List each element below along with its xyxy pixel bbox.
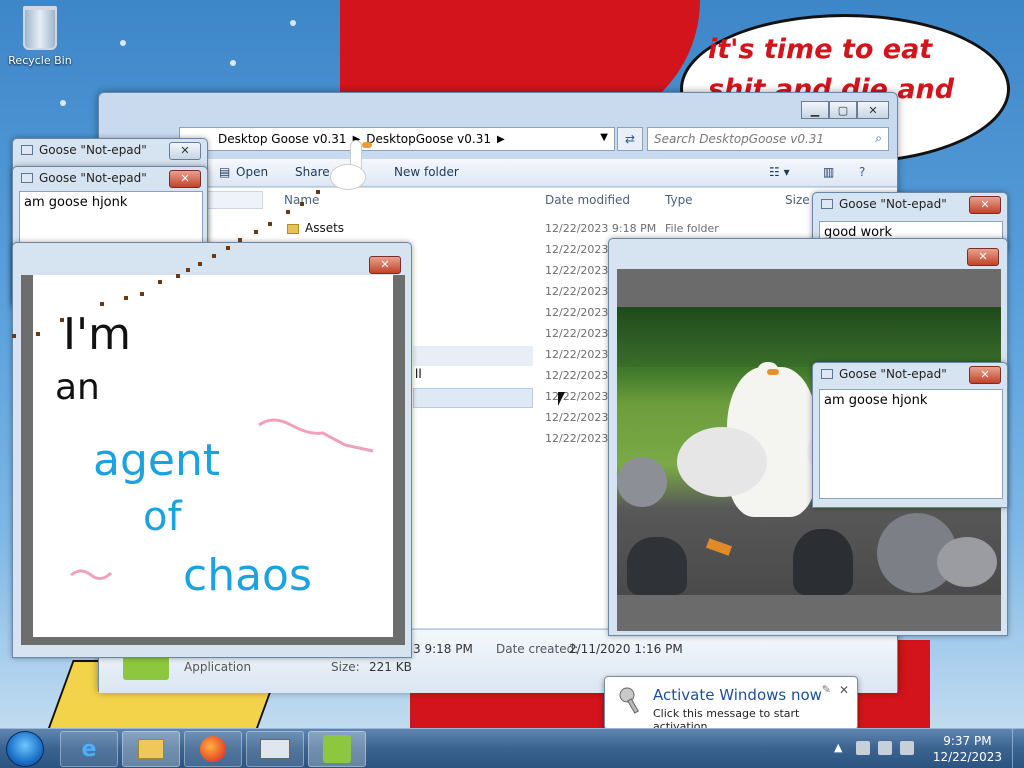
view-options-icon[interactable]: ☷ ▾	[769, 165, 790, 179]
clock[interactable]: 9:37 PM 12/22/2023	[933, 733, 1002, 765]
file-row-type: File folder	[665, 222, 719, 235]
preview-pane-icon[interactable]: ▥	[823, 165, 834, 179]
handwriting-line: of	[143, 494, 182, 540]
handwriting-line: an	[55, 367, 100, 408]
close-button[interactable]: ✕	[967, 248, 999, 266]
clock-date: 12/22/2023	[932, 750, 1002, 764]
column-date-modified[interactable]: Date modified	[545, 188, 630, 212]
wrench-icon[interactable]: ✎	[822, 683, 831, 696]
snowflake	[230, 60, 236, 66]
recycle-bin-shortcut[interactable]: Recycle Bin	[6, 6, 74, 67]
new-folder-button[interactable]: New folder	[394, 165, 459, 179]
snowflake	[290, 20, 296, 26]
column-type[interactable]: Type	[665, 188, 693, 212]
snowflake	[120, 40, 126, 46]
keyboard-icon	[260, 739, 290, 759]
details-created-label: Date created:	[496, 642, 579, 656]
desktop-scribble-text: 10b0t	[856, 702, 922, 726]
details-type: Application	[184, 660, 252, 674]
recycle-bin-label: Recycle Bin	[8, 54, 72, 67]
network-icon[interactable]	[878, 741, 892, 755]
activation-notification[interactable]: Activate Windows now Click this message …	[604, 676, 858, 733]
system-tray: ▲ 9:37 PM 12/22/2023	[834, 729, 1024, 768]
file-row-highlight[interactable]	[413, 346, 533, 366]
show-desktop-button[interactable]	[1012, 729, 1024, 768]
close-button[interactable]: ✕	[969, 196, 1001, 214]
notepad-text-area[interactable]: am goose hjonk	[819, 389, 1003, 499]
mouse-cursor-icon	[558, 392, 565, 406]
onscreen-keyboard-button[interactable]	[246, 731, 304, 767]
clock-time: 9:37 PM	[943, 734, 992, 748]
recycle-bin-icon	[23, 6, 57, 50]
minimize-button[interactable]: ▁	[801, 101, 829, 119]
activation-title[interactable]: Activate Windows now	[653, 686, 822, 704]
internet-explorer-icon: e	[81, 736, 97, 762]
search-input[interactable]: Search DesktopGoose v0.31 ⌕	[647, 127, 889, 151]
file-row-date: 12/22/2023 9:18 PM	[545, 222, 657, 235]
notepad-icon	[821, 199, 833, 209]
handwriting-line: chaos	[183, 550, 312, 601]
file-row-name[interactable]: ll	[415, 367, 422, 381]
folder-icon	[138, 739, 164, 759]
close-icon[interactable]: ✕	[839, 683, 849, 697]
details-modified: 3 9:18 PM	[413, 642, 473, 656]
show-hidden-icons-icon[interactable]: ▲	[834, 741, 842, 754]
notepad-window[interactable]: Goose "Not-epad" ✕ am goose hjonk	[812, 362, 1008, 508]
goose-app-icon	[323, 735, 351, 763]
close-button[interactable]: ✕	[857, 101, 889, 119]
internet-explorer-button[interactable]: e	[60, 731, 118, 767]
notepad-icon	[821, 369, 833, 379]
notepad-title: Goose "Not-epad"	[821, 367, 947, 381]
firefox-button[interactable]	[184, 731, 242, 767]
explorer-caption-buttons: ▁ ▢ ✕	[801, 101, 889, 119]
maximize-button[interactable]: ▢	[829, 101, 857, 119]
notepad-title: Goose "Not-epad"	[821, 197, 947, 211]
details-size-label: Size:	[331, 660, 360, 674]
file-explorer-button[interactable]	[122, 731, 180, 767]
desktop-goose[interactable]	[330, 140, 372, 192]
chevron-down-icon[interactable]: ▼	[600, 132, 608, 143]
chevron-right-icon[interactable]: ▶	[497, 134, 505, 145]
taskbar: e ▲ 9:37 PM 12/22/2023	[0, 728, 1024, 768]
search-icon[interactable]: ⌕	[875, 131, 882, 146]
volume-muted-icon[interactable]	[900, 741, 914, 755]
desktop-goose-button[interactable]	[308, 731, 366, 767]
handwriting-line: agent	[93, 435, 220, 486]
firefox-icon	[200, 736, 226, 762]
file-row-selected[interactable]	[413, 388, 533, 408]
snowflake	[60, 100, 66, 106]
start-button[interactable]	[6, 731, 44, 767]
help-icon[interactable]: ?	[859, 165, 865, 179]
column-size[interactable]: Size	[785, 188, 810, 212]
search-placeholder: Search DesktopGoose v0.31	[654, 132, 825, 146]
action-center-icon[interactable]	[856, 741, 870, 755]
refresh-button[interactable]: ⇄	[617, 127, 643, 151]
key-icon	[619, 687, 639, 714]
close-button[interactable]: ✕	[969, 366, 1001, 384]
details-created: 2/11/2020 1:16 PM	[569, 642, 683, 656]
details-size: 221 KB	[369, 660, 412, 674]
